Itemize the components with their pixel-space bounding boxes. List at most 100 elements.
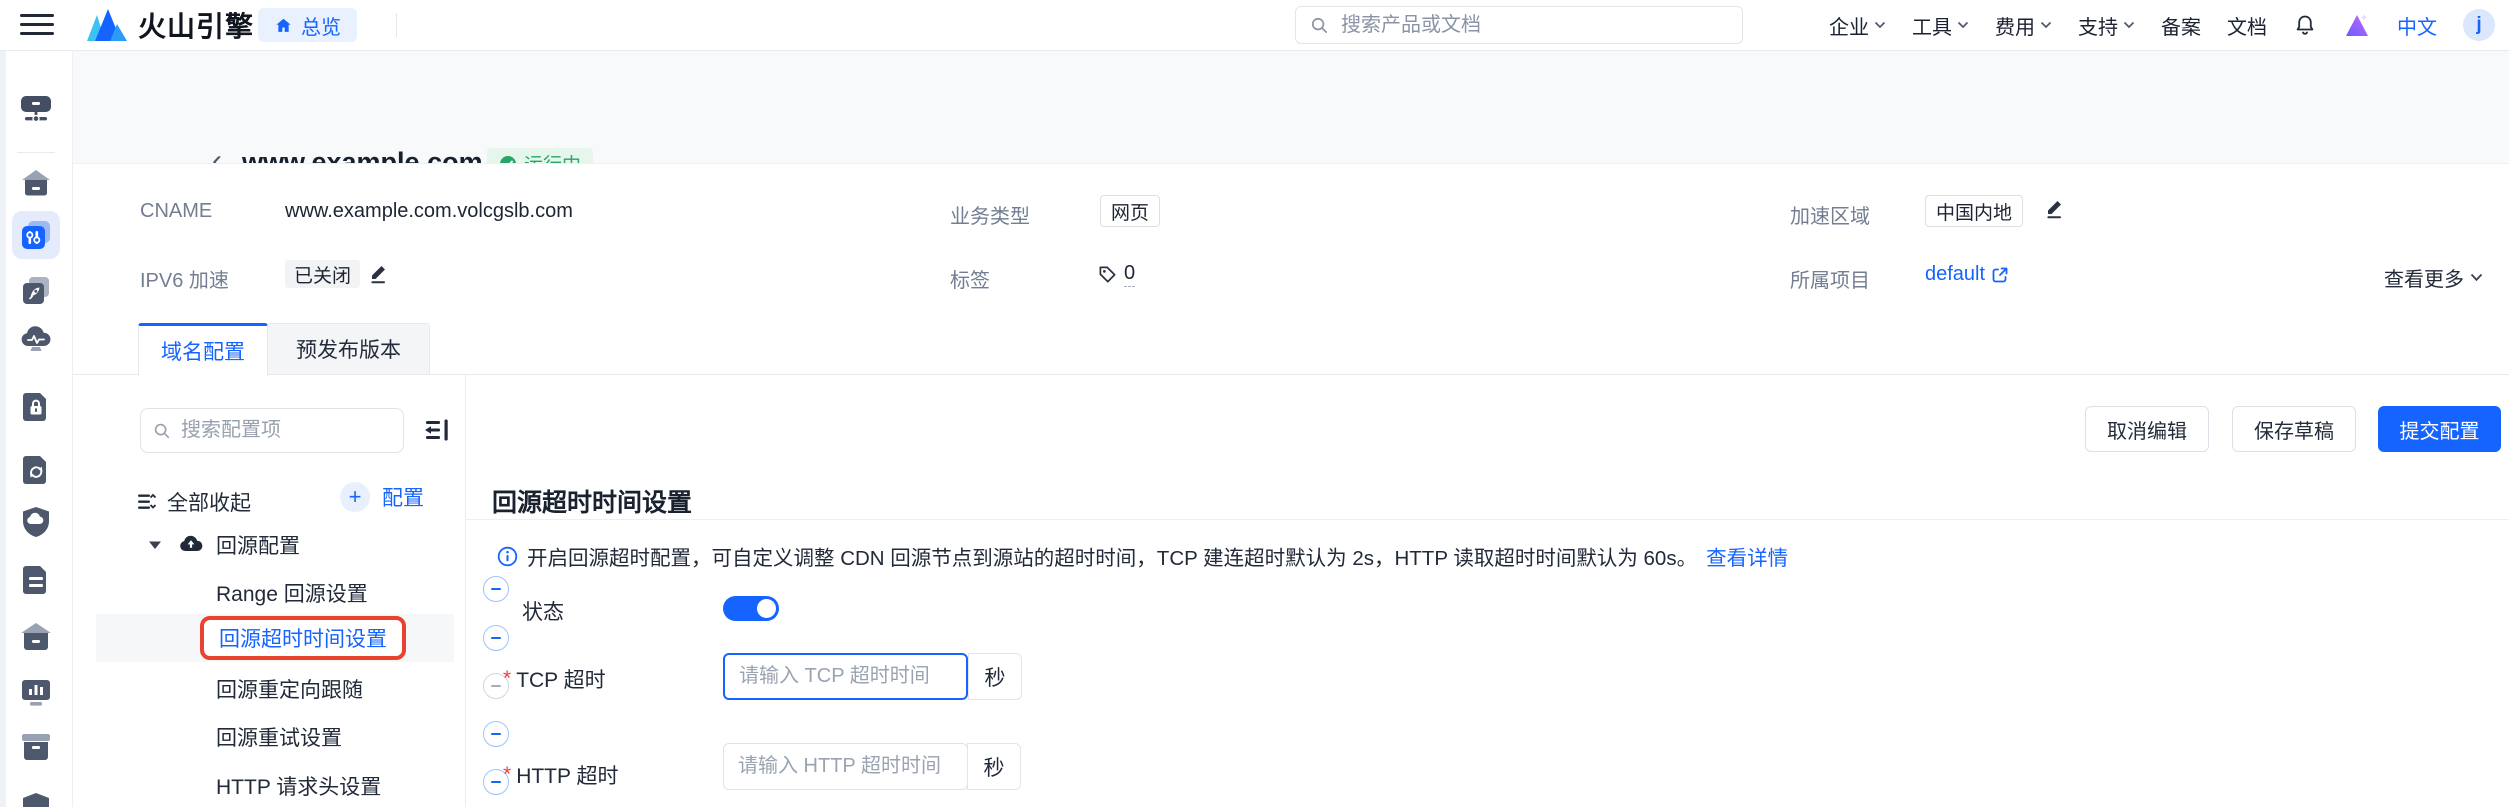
http-field-label-row: * HTTP 超时	[503, 760, 618, 790]
tcp-field-label: TCP 超时	[516, 669, 606, 692]
home-icon	[274, 16, 293, 35]
tree-item-retry-minus-icon[interactable]	[483, 721, 509, 747]
sidebar-divider	[17, 152, 55, 153]
config-tabs: 域名配置 预发布版本	[72, 323, 2509, 376]
tree-item-redirect-follow[interactable]: 回源重定向跟随	[216, 674, 363, 704]
tab-prerelease-version[interactable]: 预发布版本	[267, 323, 430, 375]
edit-ipv6-icon[interactable]	[368, 261, 390, 285]
collapse-panel-icon[interactable]	[422, 415, 452, 445]
shield-cloud-icon[interactable]	[21, 506, 51, 539]
tree-item-origin-timeout[interactable]: 回源超时时间设置	[200, 616, 406, 660]
tree-item-http-request-header[interactable]: HTTP 请求头设置	[216, 771, 381, 801]
http-field-label: HTTP 超时	[516, 765, 619, 788]
project-label: 所属项目	[1790, 270, 1870, 292]
info-circle-icon	[497, 546, 518, 567]
chevron-down-icon	[1957, 21, 1969, 29]
cancel-edit-button[interactable]: 取消编辑	[2085, 406, 2209, 452]
language-switch[interactable]: 中文	[2397, 11, 2437, 40]
section-title: 回源超时时间设置	[492, 489, 693, 517]
volcengine-logo[interactable]: 火山引擎	[86, 7, 254, 43]
sidebar-edge-strip	[0, 50, 6, 807]
biz-type-label: 业务类型	[950, 206, 1030, 228]
top-navbar: 火山引擎 总览 企业 工具 费用	[0, 0, 2509, 51]
main-card: CNAME www.example.com.volcgslb.com 业务类型 …	[72, 163, 2509, 807]
view-detail-link[interactable]: 查看详情	[1706, 541, 1788, 571]
cloud-monitor-icon[interactable]	[19, 324, 53, 356]
toggle-knob	[757, 599, 776, 618]
plus-icon: +	[340, 482, 370, 512]
add-config-button[interactable]: + 配置	[340, 482, 424, 512]
status-field-label: 状态	[522, 601, 564, 624]
ipv6-label: IPV6 加速	[140, 270, 229, 292]
required-asterisk: *	[503, 667, 512, 690]
doc-sync-icon[interactable]	[21, 454, 51, 486]
ipv6-value: 已关闭	[285, 260, 361, 288]
overview-button[interactable]: 总览	[258, 8, 357, 42]
section-divider	[466, 519, 2509, 520]
ai-assistant-icon[interactable]	[2343, 12, 2371, 38]
http-timeout-input[interactable]	[723, 743, 968, 790]
hamburger-menu-icon[interactable]	[20, 14, 54, 36]
origin-cloud-icon	[178, 534, 204, 556]
nav-menu-icp[interactable]: 备案	[2161, 11, 2201, 40]
nav-menu-tools[interactable]: 工具	[1912, 11, 1969, 40]
cname-label: CNAME	[140, 200, 213, 222]
project-value[interactable]: default	[1925, 263, 2009, 286]
tag-count[interactable]: 0	[1124, 262, 1136, 287]
search-icon	[1310, 16, 1329, 35]
domain-config-icon[interactable]	[12, 211, 60, 259]
chevron-down-icon	[2123, 21, 2135, 29]
submit-config-button[interactable]: 提交配置	[2378, 406, 2501, 452]
save-draft-button[interactable]: 保存草稿	[2232, 406, 2356, 452]
tab-domain-config[interactable]: 域名配置	[138, 323, 268, 376]
chevron-down-icon	[2470, 273, 2483, 282]
user-avatar[interactable]: j	[2463, 9, 2495, 41]
home-nav-icon[interactable]	[20, 167, 52, 199]
http-unit-suffix: 秒	[967, 743, 1021, 790]
collapse-all-button[interactable]: 全部收起	[136, 487, 251, 517]
biz-type-value: 网页	[1100, 195, 1161, 227]
domain-header-band: ‹ www.example.com 运行中	[72, 50, 2509, 179]
search-icon	[153, 422, 171, 440]
external-link-icon	[1991, 266, 2009, 284]
required-asterisk: *	[503, 763, 512, 786]
nav-menu-support[interactable]: 支持	[2078, 11, 2135, 40]
notification-bell-icon[interactable]	[2293, 13, 2317, 37]
monitor-chart-icon[interactable]	[19, 677, 53, 709]
config-search-input[interactable]	[179, 418, 391, 443]
partial-bottom-icon[interactable]	[21, 792, 51, 807]
global-search-input[interactable]	[1339, 12, 1728, 38]
tree-item-range[interactable]: Range 回源设置	[216, 578, 368, 608]
region-label: 加速区域	[1790, 206, 1870, 228]
nav-menu-billing[interactable]: 费用	[1995, 11, 2052, 40]
tcp-timeout-input[interactable]	[723, 653, 968, 700]
tree-group-origin-config[interactable]: 回源配置	[148, 528, 300, 562]
tcp-unit-suffix: 秒	[968, 653, 1022, 700]
view-more-button[interactable]: 查看更多	[2384, 263, 2483, 292]
section-info-text: 开启回源超时配置，可自定义调整 CDN 回源节点到源站的超时时间，TCP 建连超…	[527, 547, 1698, 570]
archive-box-icon[interactable]	[20, 732, 52, 762]
chevron-down-icon	[1874, 21, 1886, 29]
navbar-divider	[396, 13, 397, 37]
chevron-down-icon	[2040, 21, 2052, 29]
tree-item-range-minus-icon[interactable]	[483, 576, 509, 602]
logo-mountain-icon	[86, 8, 128, 42]
rocket-boost-icon[interactable]	[20, 274, 52, 306]
console-network-icon[interactable]	[18, 90, 54, 126]
edit-region-icon[interactable]	[2044, 196, 2066, 220]
cdn-console-page: 火山引擎 总览 企业 工具 费用	[0, 0, 2509, 807]
nav-menu-enterprise[interactable]: 企业	[1829, 11, 1886, 40]
tags-value[interactable]: 0	[1098, 262, 1136, 287]
doc-lock-icon[interactable]	[21, 391, 51, 423]
doc-lines-icon[interactable]	[21, 564, 51, 596]
product-sidebar	[0, 50, 73, 807]
status-toggle[interactable]	[723, 596, 779, 621]
caret-down-icon[interactable]	[148, 540, 162, 550]
collapse-all-icon	[136, 491, 158, 513]
storage-home-icon[interactable]	[20, 621, 52, 653]
tcp-field-label-row: * TCP 超时	[503, 664, 606, 694]
global-search-box	[1295, 6, 1743, 44]
tree-item-retry[interactable]: 回源重试设置	[216, 722, 342, 752]
tree-item-origin-timeout-minus-icon[interactable]	[483, 625, 509, 651]
nav-menu-docs[interactable]: 文档	[2227, 11, 2267, 40]
